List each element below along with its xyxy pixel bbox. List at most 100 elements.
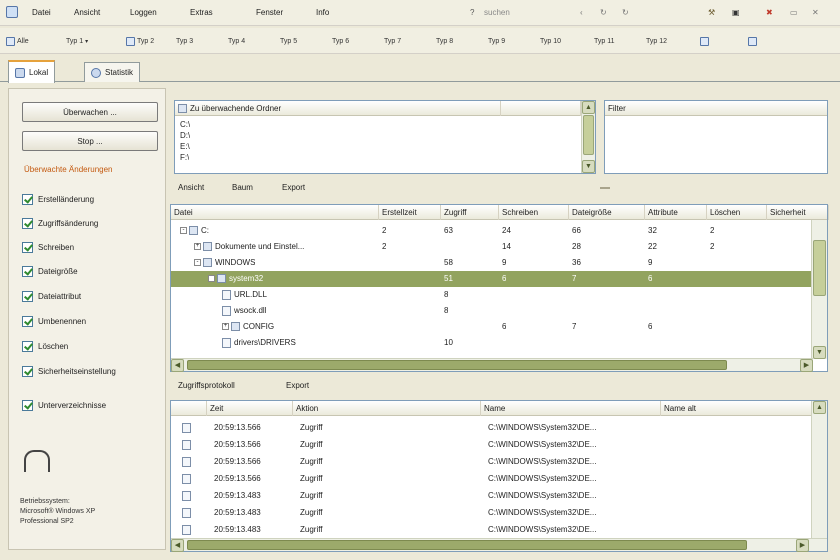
checkbox-write[interactable]: Schreiben — [22, 242, 74, 253]
tree-vscrollbar[interactable]: ▼ — [811, 220, 827, 359]
tree-row[interactable]: - C: 2 63 24 66 32 2 — [171, 223, 813, 239]
tab-statistik[interactable]: Statistik — [84, 62, 141, 82]
col-icon[interactable] — [171, 401, 207, 416]
drive-scrollbar[interactable]: ▲ ▼ — [581, 101, 595, 173]
link-zugriffsprotokoll[interactable]: Zugriffsprotokoll — [178, 381, 235, 390]
checkbox-attribute[interactable]: Dateiattribut — [22, 291, 81, 302]
tree-hscrollbar[interactable]: ◀ ▶ — [171, 358, 813, 372]
refresh-icon[interactable]: ↻ — [600, 8, 607, 17]
scroll-thumb[interactable] — [187, 540, 747, 550]
tab-lokal[interactable]: Lokal — [8, 60, 56, 83]
scroll-down-icon[interactable]: ▼ — [813, 346, 826, 359]
tree-row[interactable]: drivers\DRIVERS 10 — [171, 335, 813, 351]
checkbox-subdirs[interactable]: Unterverzeichnisse — [22, 400, 106, 411]
list-item[interactable]: D:\ — [175, 130, 581, 141]
menu-info[interactable]: Info — [316, 8, 329, 17]
col-name[interactable]: Name — [481, 401, 661, 416]
list-item[interactable]: C:\ — [175, 119, 581, 130]
checkbox-delete[interactable]: Löschen — [22, 341, 68, 352]
tree-row[interactable]: - system32 51 6 7 6 — [171, 271, 813, 287]
toolbar-typ9[interactable]: Typ 9 — [488, 35, 505, 48]
link-baum[interactable]: Baum — [232, 183, 253, 192]
tree-row[interactable]: wsock.dll 8 — [171, 303, 813, 319]
checkbox-rename[interactable]: Umbenennen — [22, 316, 86, 327]
menu-fenster[interactable]: Fenster — [256, 8, 283, 17]
col-zugriff[interactable]: Zugriff — [441, 205, 499, 220]
toolbar-typ5[interactable]: Typ 5 — [280, 35, 297, 48]
monitor-icon[interactable]: ▣ — [732, 8, 740, 17]
menu-extras[interactable]: Extras — [190, 8, 213, 17]
toolbar-typ7[interactable]: Typ 7 — [384, 35, 401, 48]
toolbar-typ12[interactable]: Typ 12 — [646, 35, 667, 48]
toolbar-typ11[interactable]: Typ 11 — [594, 35, 615, 48]
col-zeit[interactable]: Zeit — [207, 401, 293, 416]
toolbar-typ6[interactable]: Typ 6 — [332, 35, 349, 48]
col-datei[interactable]: Datei — [171, 205, 379, 220]
help-question-icon[interactable]: ? — [470, 8, 474, 17]
log-row[interactable]: 20:59:13.483 Zugriff C:\WINDOWS\System32\D… — [171, 522, 811, 538]
col-schreiben[interactable]: Schreiben — [499, 205, 569, 220]
menu-ansicht[interactable]: Ansicht — [74, 8, 100, 17]
collapse-icon[interactable]: - — [208, 275, 215, 283]
scroll-up-icon[interactable]: ▲ — [813, 401, 826, 414]
toolbar-typ4[interactable]: Typ 4 — [228, 35, 245, 48]
checkbox-security[interactable]: Sicherheitseinstellung — [22, 366, 116, 377]
scroll-left-icon[interactable]: ◀ — [171, 359, 184, 372]
tools-icon[interactable]: ⚒ — [708, 8, 715, 17]
scroll-right-icon[interactable]: ▶ — [796, 539, 809, 552]
list-item[interactable]: E:\ — [175, 141, 581, 152]
splitter-handle[interactable] — [600, 187, 610, 189]
checkbox-create[interactable]: Erstelländerung — [22, 194, 94, 205]
drive-header[interactable]: Zu überwachende Ordner — [175, 101, 501, 116]
link-export[interactable]: Export — [282, 183, 305, 192]
toolbar-typ3[interactable]: Typ 3 — [176, 35, 193, 48]
link-ansicht[interactable]: Ansicht — [178, 183, 204, 192]
log-row[interactable]: 20:59:13.566 Zugriff C:\WINDOWS\System32\D… — [171, 437, 811, 453]
toolbar-typ1[interactable]: Typ 1 ▾ — [66, 35, 88, 48]
log-row[interactable]: 20:59:13.566 Zugriff C:\WINDOWS\System32\D… — [171, 420, 811, 436]
toolbar-typ8[interactable]: Typ 8 — [436, 35, 453, 48]
list-item[interactable]: F:\ — [175, 152, 581, 163]
tree-row[interactable]: - WINDOWS 58 9 36 9 — [171, 255, 813, 271]
scroll-left-icon[interactable]: ◀ — [171, 539, 184, 552]
log-row[interactable]: 20:59:13.566 Zugriff C:\WINDOWS\System32\D… — [171, 454, 811, 470]
scroll-up-icon[interactable]: ▲ — [582, 101, 595, 114]
log-row[interactable]: 20:59:13.566 Zugriff C:\WINDOWS\System32\D… — [171, 471, 811, 487]
scroll-down-icon[interactable]: ▼ — [582, 160, 595, 173]
checkbox-access[interactable]: Zugriffsänderung — [22, 218, 98, 229]
col-loeschen[interactable]: Löschen — [707, 205, 767, 220]
close-red-icon[interactable]: ✖ — [766, 8, 773, 17]
drive-header-2[interactable] — [501, 101, 581, 116]
stop-button[interactable]: Stop ... — [22, 131, 158, 151]
expand-icon[interactable]: + — [222, 323, 229, 331]
col-dateigroesse[interactable]: Dateigröße — [569, 205, 645, 220]
scroll-right-icon[interactable]: ▶ — [800, 359, 813, 372]
scroll-thumb[interactable] — [187, 360, 727, 370]
log-row[interactable]: 20:59:13.483 Zugriff C:\WINDOWS\System32\D… — [171, 488, 811, 504]
col-attribute[interactable]: Attribute — [645, 205, 707, 220]
log-row[interactable]: 20:59:13.483 Zugriff C:\WINDOWS\System32\D… — [171, 505, 811, 521]
toolbar-print[interactable] — [700, 35, 709, 48]
collapse-icon[interactable]: - — [194, 259, 201, 267]
log-vscrollbar[interactable]: ▲ — [811, 401, 827, 539]
menu-loggen[interactable]: Loggen — [130, 8, 157, 17]
minimize-icon[interactable]: ▭ — [790, 8, 798, 17]
checkbox-size[interactable]: Dateigröße — [22, 266, 78, 277]
link-log-export[interactable]: Export — [286, 381, 309, 390]
col-erstellzeit[interactable]: Erstellzeit — [379, 205, 441, 220]
window-close-icon[interactable]: ✕ — [812, 8, 819, 17]
expand-icon[interactable]: + — [194, 243, 201, 251]
toolbar-typ2[interactable]: Typ 2 — [126, 35, 154, 48]
toolbar-extra[interactable] — [748, 35, 757, 48]
scroll-thumb[interactable] — [583, 115, 594, 155]
col-aktion[interactable]: Aktion — [293, 401, 481, 416]
col-sicherheit[interactable]: Sicherheit — [767, 205, 829, 220]
tree-row[interactable]: URL.DLL 8 — [171, 287, 813, 303]
reload-icon[interactable]: ↻ — [622, 8, 629, 17]
col-name-alt[interactable]: Name alt — [661, 401, 813, 416]
tree-row[interactable]: + CONFIG 6 7 6 — [171, 319, 813, 335]
scroll-thumb[interactable] — [813, 240, 826, 296]
scan-button[interactable]: Überwachen ... — [22, 102, 158, 122]
tree-row[interactable]: + Dokumente und Einstel... 2 14 28 22 2 — [171, 239, 813, 255]
menu-datei[interactable]: Datei — [32, 8, 51, 17]
